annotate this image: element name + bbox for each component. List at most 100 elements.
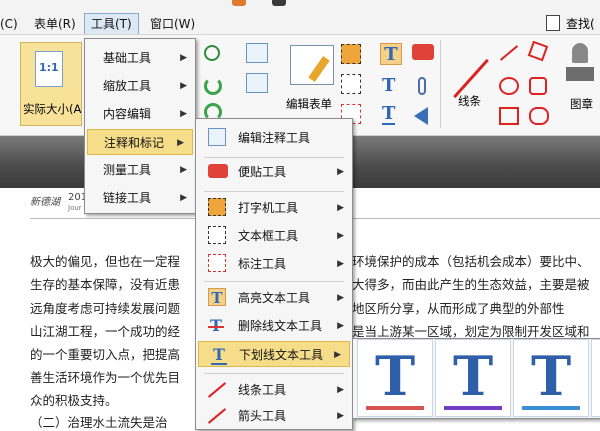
zoom-in-icon[interactable] <box>204 45 220 61</box>
edit-form-icon[interactable] <box>290 45 334 85</box>
menu-item-label: 基础工具 <box>103 51 152 65</box>
menu-item-callout[interactable]: 标注工具 ▶ <box>196 251 352 277</box>
tile-underline <box>444 406 502 410</box>
oval-shape-icon[interactable] <box>499 77 519 95</box>
menu-item-basic-tools[interactable]: 基础工具 ▶ <box>85 45 195 71</box>
actual-size-label: 实际大小(A <box>23 102 82 116</box>
menu-item-label: 测量工具 <box>103 163 152 177</box>
doc-line: 远角度考虑可持续发展问题 <box>30 301 181 316</box>
highlight-ribbon-icon[interactable]: T <box>380 43 402 65</box>
menu-form[interactable]: 表单(R) <box>28 14 82 34</box>
pencil-icon <box>308 56 330 82</box>
menu-item-measure[interactable]: 测量工具 ▶ <box>85 157 195 183</box>
insert-image-icon[interactable] <box>246 43 268 63</box>
menu-item-arrow[interactable]: 箭头工具 ▶ <box>196 403 352 429</box>
underline-style-gallery: T T T <box>352 338 600 419</box>
doc-line: 极大的偏见，但也在一定程 <box>30 254 181 269</box>
underline-ribbon-icon[interactable]: T <box>382 105 396 125</box>
menu-item-label: 高亮文本工具 <box>238 291 311 305</box>
menu-item-label: 文本框工具 <box>238 229 299 243</box>
menu-comment[interactable]: (C) <box>0 14 24 34</box>
attach-ribbon-icon[interactable] <box>418 77 426 95</box>
submenu-arrow-icon: ▶ <box>337 321 344 331</box>
lines-label[interactable]: 线条 <box>458 93 481 109</box>
cloud-shape-icon[interactable] <box>529 107 549 125</box>
doc-line-right: 大得多，而由此产生的生态效益，主要是被 <box>352 277 590 292</box>
polygon-shape-icon[interactable] <box>527 40 549 62</box>
typewriter-ribbon-icon[interactable] <box>341 44 361 64</box>
menu-item-edit-annotation[interactable]: 编辑注释工具 <box>196 125 352 151</box>
find-label[interactable]: 查找( <box>566 15 595 32</box>
arrow-icon <box>207 408 227 424</box>
underline-style-tile[interactable]: T <box>435 339 511 417</box>
tile-glyph: T <box>375 344 416 408</box>
menu-item-content-edit[interactable]: 内容编辑 ▶ <box>85 101 195 127</box>
submenu-arrow-icon: ▶ <box>337 411 344 421</box>
tile-underline <box>522 406 580 410</box>
menu-item-typewriter[interactable]: 打字机工具 ▶ <box>196 195 352 221</box>
strike-line <box>208 326 224 328</box>
menu-item-label: 缩放工具 <box>103 79 152 93</box>
doc-line: 生存的基本保障，没有近患 <box>30 277 181 292</box>
annotation-submenu: 编辑注释工具 便贴工具 ▶ 打字机工具 ▶ 文本框工具 ▶ 标注工具 ▶ T 高… <box>195 118 353 430</box>
pentagon-shape-icon[interactable] <box>529 77 547 95</box>
menu-tools[interactable]: 工具(T) <box>84 13 139 34</box>
textbox-ribbon-icon[interactable] <box>341 74 361 94</box>
actual-size-button[interactable]: 1:1 实际大小(A <box>20 42 82 126</box>
menu-item-label: 打字机工具 <box>238 201 299 215</box>
menu-item-textbox[interactable]: 文本框工具 ▶ <box>196 223 352 249</box>
menu-item-label: 便贴工具 <box>238 165 287 179</box>
note-icon <box>208 164 228 178</box>
rotate-icon[interactable] <box>204 77 222 95</box>
underline-style-tile[interactable]: T <box>513 339 589 417</box>
doc-line-right: 地区所分享，从而形成了典型的外部性 <box>352 301 565 316</box>
submenu-arrow-icon: ▶ <box>180 53 187 63</box>
submenu-arrow-icon: ▶ <box>337 203 344 213</box>
strikeout-icon: T <box>210 313 230 335</box>
note-ribbon-icon[interactable] <box>412 44 434 60</box>
insert-text-icon[interactable] <box>246 73 268 93</box>
menu-window[interactable]: 窗口(W) <box>144 14 201 34</box>
edit-form-label[interactable]: 编辑表单 <box>286 96 332 112</box>
line-icon <box>207 382 227 398</box>
stamp-base <box>566 67 594 81</box>
tile-glyph: T <box>531 344 572 408</box>
underline-style-tile[interactable]: T <box>357 339 433 417</box>
underline-icon: T <box>213 345 225 364</box>
menu-item-note[interactable]: 便贴工具 ▶ <box>196 159 352 185</box>
menu-separator <box>204 281 344 282</box>
menu-item-line[interactable]: 线条工具 ▶ <box>196 377 352 403</box>
strikeout-ribbon-icon[interactable]: T <box>382 75 395 96</box>
header-logo: 新德湖 <box>30 197 60 208</box>
menu-item-strikeout[interactable]: T 删除线文本工具 ▶ <box>196 313 352 339</box>
menu-item-label: 注释和标记 <box>104 136 165 150</box>
submenu-arrow-icon: ▶ <box>337 293 344 303</box>
doc-line-right: 环境保护的成本（包括机会成本）要比中、 <box>352 254 590 269</box>
menu-item-zoom-tools[interactable]: 缩放工具 ▶ <box>85 73 195 99</box>
find-icon[interactable] <box>546 15 560 31</box>
rect-shape-icon[interactable] <box>499 107 519 125</box>
stamp-label[interactable]: 图章 <box>570 96 593 112</box>
underline-style-tile[interactable] <box>591 339 600 417</box>
actual-size-glyph: 1:1 <box>39 61 59 74</box>
app-icon <box>232 0 246 6</box>
menu-item-highlight[interactable]: T 高亮文本工具 ▶ <box>196 285 352 311</box>
menu-item-label: 删除线文本工具 <box>238 319 323 333</box>
submenu-arrow-icon: ▶ <box>180 81 187 91</box>
menu-item-annotation[interactable]: 注释和标记 ▶ <box>87 129 193 155</box>
arrow-shape-icon[interactable] <box>499 45 519 61</box>
submenu-arrow-icon: ▶ <box>180 165 187 175</box>
menu-item-underline[interactable]: T 下划线文本工具 ▶ <box>198 341 350 367</box>
menu-item-link[interactable]: 链接工具 ▶ <box>85 185 195 211</box>
submenu-arrow-icon: ▶ <box>337 259 344 269</box>
underline-bar <box>211 363 227 365</box>
menu-item-label: 线条工具 <box>238 383 287 397</box>
sound-ribbon-icon[interactable] <box>414 107 428 125</box>
submenu-arrow-icon: ▶ <box>337 167 344 177</box>
menu-bar: (C) 表单(R) 工具(T) 窗口(W) 查找( <box>0 0 600 35</box>
submenu-arrow-icon: ▶ <box>334 350 341 360</box>
doc-line: 山江湖工程，一个成功的经 <box>30 324 181 339</box>
stamp-icon[interactable] <box>566 43 594 87</box>
typewriter-icon <box>208 198 226 216</box>
submenu-arrow-icon: ▶ <box>337 231 344 241</box>
